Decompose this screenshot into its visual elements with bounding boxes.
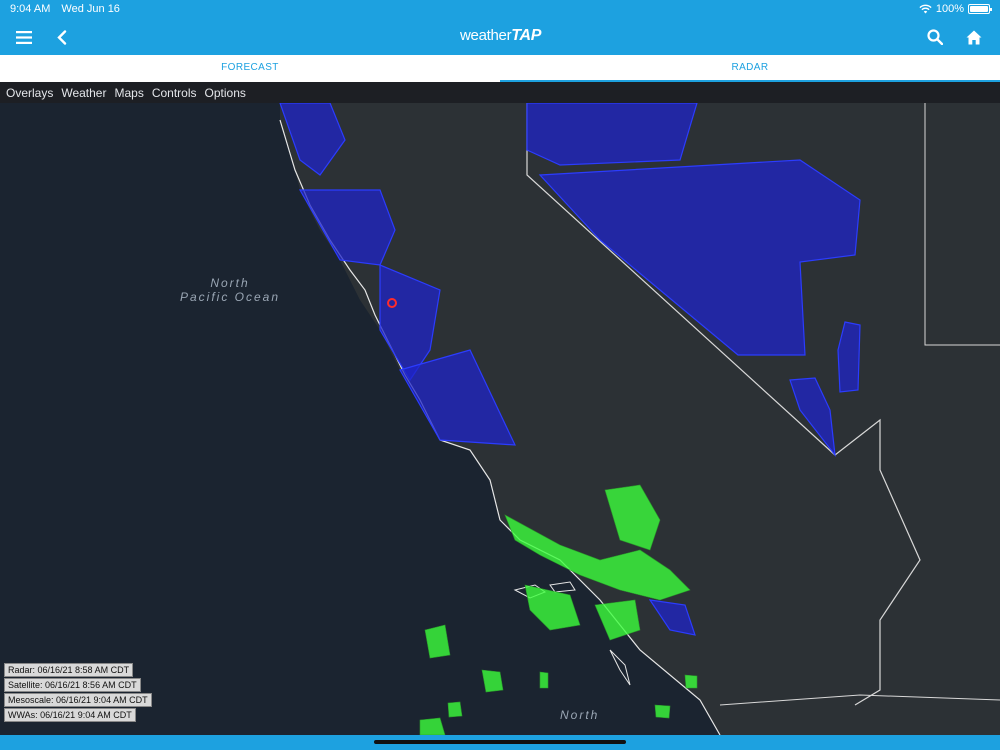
- channel-island: [609, 649, 631, 686]
- wwa-polygon: [298, 189, 396, 266]
- back-button[interactable]: [49, 24, 75, 50]
- radar-echo: [539, 671, 549, 689]
- weathertap-logo: weatherTAP: [460, 27, 542, 44]
- radar-echo: [654, 704, 671, 719]
- ocean-label: North Pacific Ocean: [180, 276, 281, 304]
- menu-controls[interactable]: Controls: [152, 86, 197, 100]
- channel-island: [549, 581, 576, 593]
- radar-echo: [424, 624, 451, 659]
- legend-mesoscale-time: Mesoscale: 06/16/21 9:04 AM CDT: [4, 693, 152, 707]
- tab-radar[interactable]: RADAR: [500, 55, 1000, 82]
- ocean-label-bottom: North: [560, 708, 600, 722]
- app-bar: weatherTAP: [0, 18, 1000, 55]
- map-menu-bar: Overlays Weather Maps Controls Options: [0, 82, 1000, 103]
- status-bar: 9:04 AM Wed Jun 16 100%: [0, 0, 1000, 18]
- map-canvas: [279, 103, 1000, 735]
- battery-percent: 100%: [935, 3, 964, 15]
- legend-wwas-time: WWAs: 06/16/21 9:04 AM CDT: [4, 708, 136, 722]
- legend-satellite-time: Satellite: 06/16/21 8:56 AM CDT: [4, 678, 141, 692]
- home-indicator[interactable]: [374, 740, 626, 744]
- wifi-icon: [919, 4, 932, 14]
- tab-forecast[interactable]: FORECAST: [0, 55, 500, 82]
- menu-maps[interactable]: Maps: [114, 86, 143, 100]
- tab-bar: FORECAST RADAR: [0, 55, 1000, 82]
- home-icon: [966, 30, 982, 44]
- battery-icon: [968, 4, 992, 14]
- home-button[interactable]: [961, 24, 987, 50]
- menu-overlays[interactable]: Overlays: [6, 86, 53, 100]
- search-icon: [927, 29, 943, 45]
- radar-echo: [481, 669, 504, 693]
- radar-echo: [447, 701, 463, 718]
- wwa-polygon: [526, 103, 698, 166]
- status-date: Wed Jun 16: [61, 3, 120, 15]
- radar-map[interactable]: North Pacific Ocean North Radar: 06/16/2…: [0, 103, 1000, 735]
- chevron-left-icon: [57, 29, 67, 45]
- legend-radar-time: Radar: 06/16/21 8:58 AM CDT: [4, 663, 134, 677]
- hamburger-menu-button[interactable]: [11, 24, 37, 50]
- menu-options[interactable]: Options: [205, 86, 246, 100]
- radar-echo: [684, 674, 698, 689]
- data-timestamp-legend: Radar: 06/16/21 8:58 AM CDT Satellite: 0…: [4, 663, 152, 723]
- radar-echo: [524, 584, 581, 631]
- radar-echo: [419, 717, 446, 735]
- menu-weather[interactable]: Weather: [61, 86, 106, 100]
- status-time: 9:04 AM: [10, 3, 51, 15]
- hamburger-menu-icon: [16, 30, 32, 44]
- search-button[interactable]: [922, 24, 948, 50]
